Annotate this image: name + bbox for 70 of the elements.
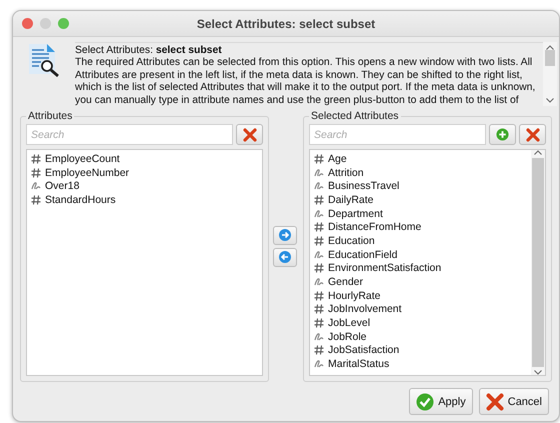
check-icon [416,392,434,410]
hash-icon [314,318,324,328]
attribute-item[interactable]: DistanceFromHome [314,220,527,234]
hash-icon [31,154,41,164]
plus-icon [496,128,509,141]
clear-button[interactable] [519,124,546,145]
group-title: Selected Attributes [310,110,400,122]
attribute-item[interactable]: EmployeeCount [31,152,258,166]
nominal-type-icon [314,168,324,178]
attribute-item[interactable]: Gender [314,275,527,289]
attribute-item[interactable]: StandardHours [31,193,258,207]
nominal-type-icon [314,359,324,370]
zoom-button[interactable] [58,18,69,29]
hash-icon [31,168,41,178]
window-title: Select Attributes: select subset [196,16,376,30]
attribute-item[interactable]: EmployeeNumber [31,166,258,180]
nominal-type-icon [314,277,324,288]
attribute-item[interactable]: EducationField [314,248,527,262]
nominal-type-icon [31,181,41,192]
attribute-item[interactable]: JobSatisfaction [314,344,527,358]
hash-icon [314,222,324,232]
hash-icon [314,154,324,164]
attribute-item[interactable]: JobLevel [314,316,527,330]
close-icon [526,128,540,142]
attribute-item[interactable]: HourlyRate [314,288,527,303]
hash-icon [314,263,324,274]
left-arrow-icon [279,251,291,263]
move-right-button[interactable] [273,226,297,244]
scroll-up-icon [546,45,554,50]
hash-icon [314,194,324,205]
attribute-item[interactable]: Education [314,234,527,248]
nominal-type-icon [314,181,324,192]
right-arrow-icon [279,229,291,241]
scrollbar[interactable] [531,150,545,375]
clear-button[interactable] [236,124,263,145]
attribute-item[interactable]: Department [314,206,527,220]
scroll-down-icon [546,98,554,103]
apply-button[interactable]: Apply [409,388,473,415]
attribute-item[interactable]: EnvironmentSatisfaction [314,262,527,276]
description-text: The required Attributes can be selected from this option. This opens a new window with two lists. All Attributes are present in the left list, if the meta data is known. They can be shifted to the right list, which is the list of selected Attributes that will make it to the output port. If the meta data is unknown, you can manually type in attribute names and use the green plus-button to add them to the list of [75,57,536,106]
hash-icon [31,194,41,205]
hash-icon [314,236,324,246]
add-button[interactable] [489,124,516,145]
nominal-type-icon [314,332,324,342]
attribute-item[interactable]: DailyRate [314,193,527,207]
hash-icon [314,290,324,301]
attribute-item[interactable]: JobRole [314,330,527,344]
close-icon [242,128,256,142]
nominal-type-icon [314,208,324,219]
search-field[interactable]: Search [26,124,233,145]
search-field[interactable]: Search [309,124,486,145]
attribute-item[interactable]: JobInvolvement [314,302,527,316]
cancel-button[interactable]: Cancel [478,388,549,415]
hash-icon [314,304,324,314]
document-search-icon [27,42,61,78]
attribute-item[interactable]: Age [314,152,527,166]
scroll-down-icon [534,370,542,375]
scroll-up-icon [534,150,542,155]
attribute-item[interactable]: MaritalStatus [314,357,527,371]
hash-icon [314,345,324,356]
attribute-item[interactable]: BusinessTravel [314,179,527,194]
close-icon [486,392,504,410]
move-left-button[interactable] [273,248,297,266]
close-window-button[interactable] [22,18,33,29]
group-title: Attributes [27,110,74,122]
attribute-item[interactable]: Attrition [314,166,527,180]
description-heading: Select Attributes: select subset [75,45,223,58]
scrollbar[interactable] [543,42,557,106]
attribute-item[interactable]: Over18 [31,179,258,194]
nominal-type-icon [314,250,324,260]
